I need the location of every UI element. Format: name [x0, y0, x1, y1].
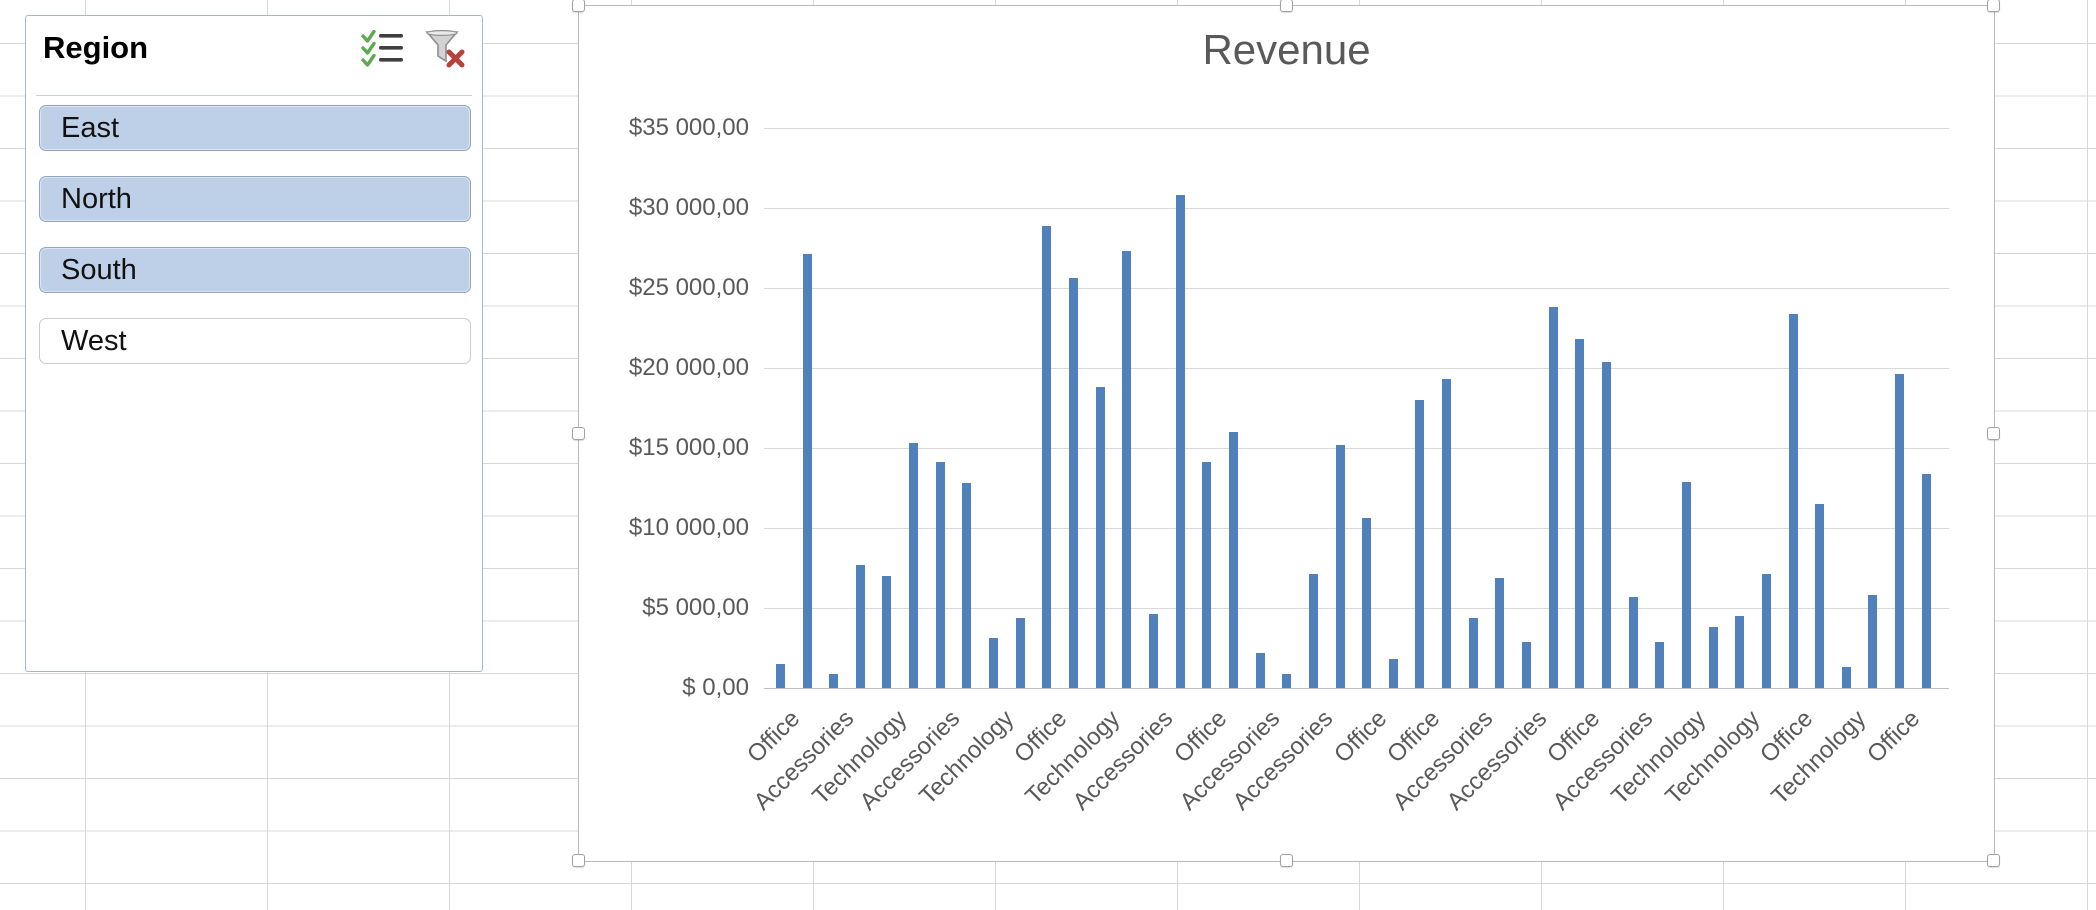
revenue-bar[interactable] — [1389, 659, 1398, 688]
revenue-bar[interactable] — [1522, 642, 1531, 688]
slicer-item-north[interactable]: North — [39, 176, 471, 222]
revenue-bar[interactable] — [856, 565, 865, 688]
revenue-bar[interactable] — [1042, 226, 1051, 688]
revenue-bar[interactable] — [1122, 251, 1131, 688]
resize-handle-mid-left[interactable] — [572, 427, 585, 440]
revenue-bar[interactable] — [1069, 278, 1078, 688]
y-axis-label: $30 000,00 — [549, 193, 749, 223]
revenue-bar[interactable] — [1868, 595, 1877, 688]
revenue-bar[interactable] — [1549, 307, 1558, 688]
y-axis-label: $25 000,00 — [549, 273, 749, 303]
revenue-bar[interactable] — [1442, 379, 1451, 688]
revenue-bar[interactable] — [1362, 518, 1371, 688]
revenue-bar[interactable] — [1895, 374, 1904, 688]
y-axis-label: $ 0,00 — [549, 673, 749, 703]
clear-filter-icon — [423, 28, 467, 75]
revenue-bar[interactable] — [1575, 339, 1584, 688]
revenue-bar[interactable] — [1762, 574, 1771, 688]
slicer-item-label: South — [61, 254, 137, 287]
revenue-bar[interactable] — [1096, 387, 1105, 688]
revenue-bar[interactable] — [1922, 474, 1931, 688]
revenue-bar[interactable] — [1256, 653, 1265, 688]
region-slicer[interactable]: Region — [25, 15, 483, 672]
slicer-item-label: West — [61, 325, 127, 358]
revenue-bar[interactable] — [1336, 445, 1345, 688]
horizontal-gridline — [764, 448, 1949, 449]
revenue-bar[interactable] — [1415, 400, 1424, 688]
resize-handle-top-right[interactable] — [1987, 0, 2000, 12]
spreadsheet-canvas: Region — [0, 0, 2096, 910]
revenue-bar[interactable] — [1495, 578, 1504, 688]
slicer-title: Region — [43, 30, 148, 66]
revenue-bar[interactable] — [803, 254, 812, 688]
revenue-bar[interactable] — [909, 443, 918, 688]
revenue-bar[interactable] — [1149, 614, 1158, 688]
horizontal-gridline — [764, 128, 1949, 129]
revenue-bar[interactable] — [1016, 618, 1025, 688]
slicer-item-south[interactable]: South — [39, 247, 471, 293]
resize-handle-bottom-center[interactable] — [1280, 854, 1293, 867]
revenue-bar[interactable] — [936, 462, 945, 688]
revenue-bar[interactable] — [989, 638, 998, 688]
resize-handle-mid-right[interactable] — [1987, 427, 2000, 440]
revenue-bar[interactable] — [1655, 642, 1664, 688]
clear-filter-button[interactable] — [422, 30, 468, 72]
y-axis-label: $35 000,00 — [549, 113, 749, 143]
y-axis-label: $20 000,00 — [549, 353, 749, 383]
y-axis-label: $5 000,00 — [549, 593, 749, 623]
revenue-bar[interactable] — [1815, 504, 1824, 688]
slicer-item-label: East — [61, 112, 119, 145]
slicer-header-separator — [36, 95, 472, 96]
horizontal-gridline — [764, 288, 1949, 289]
x-axis-line — [764, 688, 1949, 689]
revenue-bar[interactable] — [1709, 627, 1718, 688]
y-axis-label: $10 000,00 — [549, 513, 749, 543]
revenue-bar[interactable] — [1282, 674, 1291, 688]
multi-select-icon — [361, 30, 405, 73]
slicer-item-label: North — [61, 183, 132, 216]
resize-handle-top-left[interactable] — [572, 0, 585, 12]
slicer-item-west[interactable]: West — [39, 318, 471, 364]
multi-select-button[interactable] — [360, 30, 406, 72]
revenue-bar[interactable] — [1842, 667, 1851, 688]
revenue-chart[interactable]: Revenue $35 000,00$30 000,00$25 000,00$2… — [578, 5, 1995, 862]
resize-handle-bottom-right[interactable] — [1987, 854, 2000, 867]
revenue-bar[interactable] — [1629, 597, 1638, 688]
horizontal-gridline — [764, 368, 1949, 369]
resize-handle-bottom-left[interactable] — [572, 854, 585, 867]
revenue-bar[interactable] — [1789, 314, 1798, 688]
revenue-bar[interactable] — [882, 576, 891, 688]
revenue-bar[interactable] — [1202, 462, 1211, 688]
revenue-bar[interactable] — [1469, 618, 1478, 688]
revenue-bar[interactable] — [1176, 195, 1185, 688]
revenue-bar[interactable] — [1735, 616, 1744, 688]
resize-handle-top-center[interactable] — [1280, 0, 1293, 12]
revenue-bar[interactable] — [1602, 362, 1611, 688]
horizontal-gridline — [764, 208, 1949, 209]
slicer-item-east[interactable]: East — [39, 105, 471, 151]
slicer-header: Region — [26, 16, 482, 80]
revenue-bar[interactable] — [962, 483, 971, 688]
revenue-bar[interactable] — [829, 674, 838, 688]
chart-title: Revenue — [579, 26, 1994, 74]
revenue-bar[interactable] — [1682, 482, 1691, 688]
revenue-bar[interactable] — [776, 664, 785, 688]
revenue-bar[interactable] — [1309, 574, 1318, 688]
revenue-bar[interactable] — [1229, 432, 1238, 688]
